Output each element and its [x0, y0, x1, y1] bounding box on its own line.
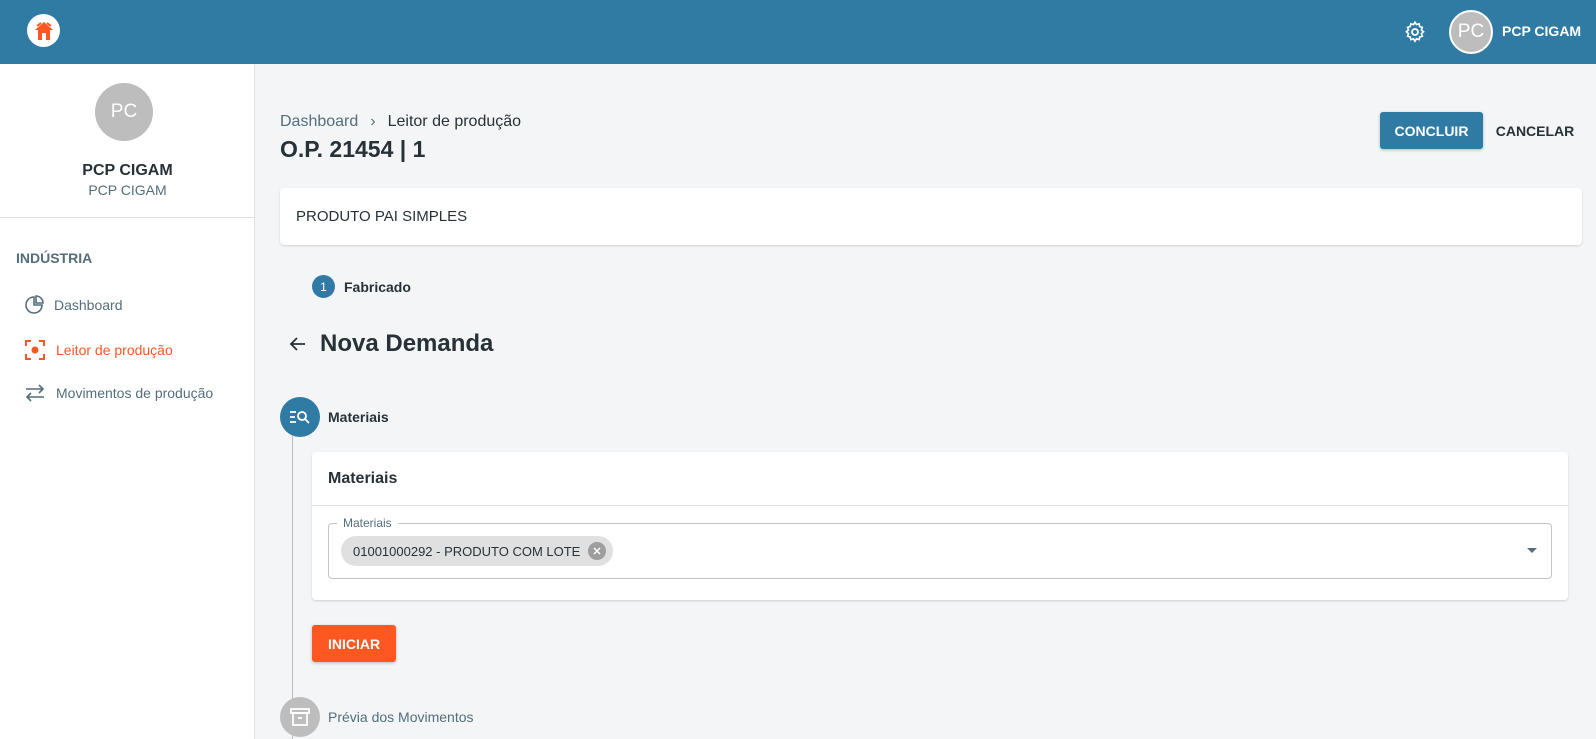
- concluir-button[interactable]: CONCLUIR: [1380, 112, 1483, 149]
- stepper-step-label: Materiais: [328, 409, 389, 425]
- sidebar-user-company: PCP CIGAM: [88, 182, 167, 198]
- page-title: O.P. 21454 | 1: [280, 136, 426, 162]
- archive-icon: [290, 708, 310, 726]
- sidebar-item-label: Leitor de produção: [56, 342, 173, 358]
- app-logo[interactable]: [27, 14, 60, 47]
- product-card: PRODUTO PAI SIMPLES: [280, 188, 1582, 245]
- sidebar-avatar: PC: [95, 83, 153, 141]
- home-logo-icon: [34, 21, 53, 40]
- breadcrumb: Dashboard › Leitor de produção: [280, 113, 521, 131]
- materials-card-title: Materiais: [328, 470, 398, 487]
- sidebar-item-dashboard[interactable]: Dashboard: [24, 293, 123, 317]
- sidebar-section-title: INDÚSTRIA: [16, 250, 93, 266]
- arrow-left-icon[interactable]: [288, 334, 308, 354]
- chevron-down-icon[interactable]: [1527, 548, 1537, 553]
- step-label: Fabricado: [344, 279, 411, 295]
- card-divider: [312, 505, 1568, 506]
- materials-card: Materiais Materiais 01001000292 - PRODUT…: [312, 452, 1568, 600]
- sidebar-item-movimentos-producao[interactable]: Movimentos de produção: [24, 381, 213, 405]
- user-name[interactable]: PCP CIGAM: [1502, 23, 1581, 39]
- material-chip: 01001000292 - PRODUTO COM LOTE: [341, 536, 614, 566]
- stepper-step-label: Prévia dos Movimentos: [328, 709, 474, 725]
- sidebar-item-label: Movimentos de produção: [56, 385, 214, 401]
- pie-chart-icon: [25, 295, 44, 314]
- demand-title: Nova Demanda: [320, 330, 494, 357]
- step-number-badge: 1: [312, 275, 335, 298]
- breadcrumb-current: Leitor de produção: [387, 113, 522, 130]
- iniciar-button[interactable]: INICIAR: [312, 625, 396, 662]
- chevron-right-icon: ›: [370, 113, 376, 130]
- close-circle-icon[interactable]: [588, 542, 607, 560]
- stepper-step-materiais[interactable]: [280, 397, 320, 437]
- stepper-step-previa[interactable]: [280, 697, 320, 737]
- cancelar-button[interactable]: CANCELAR: [1491, 112, 1579, 149]
- material-chip-label: 01001000292 - PRODUTO COM LOTE: [353, 543, 581, 559]
- materials-select-label: Materiais: [337, 516, 398, 530]
- sidebar-item-leitor-producao[interactable]: Leitor de produção: [24, 338, 173, 362]
- scan-icon: [25, 340, 45, 360]
- sidebar-user-name: PCP CIGAM: [82, 162, 173, 179]
- sidebar: PC PCP CIGAM PCP CIGAM INDÚSTRIA Dashboa…: [0, 64, 255, 739]
- swap-icon: [25, 384, 45, 402]
- breadcrumb-dashboard[interactable]: Dashboard: [280, 113, 358, 131]
- gear-icon[interactable]: [1403, 20, 1427, 44]
- app-header: PC PCP CIGAM: [0, 0, 1596, 64]
- materials-select[interactable]: Materiais 01001000292 - PRODUTO COM LOTE: [328, 516, 1552, 579]
- product-name: PRODUTO PAI SIMPLES: [296, 208, 468, 225]
- sidebar-divider: [0, 217, 255, 218]
- main-content: Dashboard › Leitor de produção O.P. 2145…: [255, 64, 1596, 739]
- stepper-connector: [292, 436, 293, 739]
- user-avatar[interactable]: PC: [1449, 10, 1493, 54]
- sidebar-item-label: Dashboard: [54, 297, 123, 313]
- list-search-icon: [290, 411, 310, 424]
